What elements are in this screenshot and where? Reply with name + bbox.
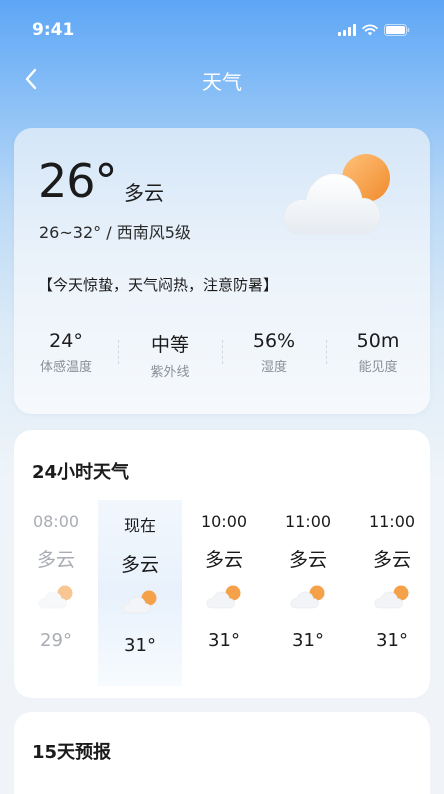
hour-condition: 多云: [204, 549, 243, 571]
status-time: 9:41: [32, 20, 75, 40]
hour-temp: 31°: [208, 630, 240, 651]
cellular-signal-icon: [338, 24, 356, 36]
stat-label: 体感温度: [39, 360, 92, 375]
stat-humidity: 56% 湿度: [222, 330, 326, 380]
stat-feels-like: 24° 体感温度: [14, 330, 118, 380]
partly-cloudy-icon: [290, 585, 325, 609]
stat-uv: 中等 紫外线: [118, 330, 222, 380]
partly-cloudy-icon: [38, 585, 73, 609]
partly-cloudy-icon: [374, 585, 409, 609]
forecast-card: 15天预报: [14, 712, 430, 794]
partly-cloudy-icon: [206, 585, 241, 609]
hour-time: 08:00: [32, 512, 80, 531]
status-icons: [338, 24, 410, 36]
hourly-item-now: 现在 多云 31°: [98, 500, 182, 686]
current-weather-card: 26° 多云 26~32° / 西南风5级 【今天惊蛰，天气闷热，注意防暑】 2…: [14, 128, 430, 414]
temp-range-wind: 26~32° / 西南风5级: [39, 223, 191, 242]
nav-bar: 天气: [0, 60, 444, 100]
wifi-icon: [362, 24, 378, 36]
hourly-list[interactable]: 08:00 多云 29° 现在 多云 31° 10:00 多云 31° 11:0…: [14, 500, 430, 686]
partly-cloudy-icon: [122, 590, 157, 614]
stat-visibility: 50m 能见度: [326, 330, 430, 380]
stat-value: 中等: [150, 334, 189, 356]
hour-temp: 31°: [376, 630, 408, 651]
page-title: 天气: [202, 70, 242, 94]
hourly-weather-card: 24小时天气 08:00 多云 29° 现在 多云 31° 10:00 多云 3…: [14, 430, 430, 698]
battery-icon: [384, 24, 410, 36]
stat-value: 24°: [49, 330, 83, 352]
forecast-title: 15天预报: [32, 742, 112, 763]
weather-tip: 【今天惊蛰，天气闷热，注意防暑】: [38, 276, 279, 294]
hourly-item: 08:00 多云 29°: [14, 500, 98, 686]
hour-temp: 29°: [40, 630, 72, 651]
hourly-item: 10:00 多云 31°: [182, 500, 266, 686]
partly-cloudy-icon: [283, 154, 390, 235]
hour-condition: 多云: [120, 554, 159, 576]
hour-time: 10:00: [200, 512, 248, 531]
stat-value: 50m: [356, 330, 400, 352]
weather-stats: 24° 体感温度 中等 紫外线 56% 湿度 50m 能见度: [14, 330, 430, 380]
hour-time: 现在: [123, 516, 156, 535]
stat-label: 湿度: [260, 360, 287, 375]
stat-label: 能见度: [358, 360, 398, 375]
hourly-item: 11:00 多云 31°: [266, 500, 350, 686]
stat-value: 56%: [252, 330, 296, 352]
hour-time: 11:00: [368, 512, 416, 531]
hour-condition: 多云: [36, 549, 75, 571]
current-temperature: 26°: [38, 154, 118, 208]
hour-time: 11:00: [284, 512, 332, 531]
hourly-title: 24小时天气: [32, 462, 130, 483]
hour-temp: 31°: [124, 635, 156, 656]
current-condition: 多云: [124, 181, 164, 205]
hour-condition: 多云: [288, 549, 327, 571]
hour-condition: 多云: [372, 549, 411, 571]
stat-label: 紫外线: [150, 365, 190, 380]
hourly-item: 11:00 多云 31°: [350, 500, 430, 686]
hour-temp: 31°: [292, 630, 324, 651]
status-bar: 9:41: [0, 0, 444, 62]
